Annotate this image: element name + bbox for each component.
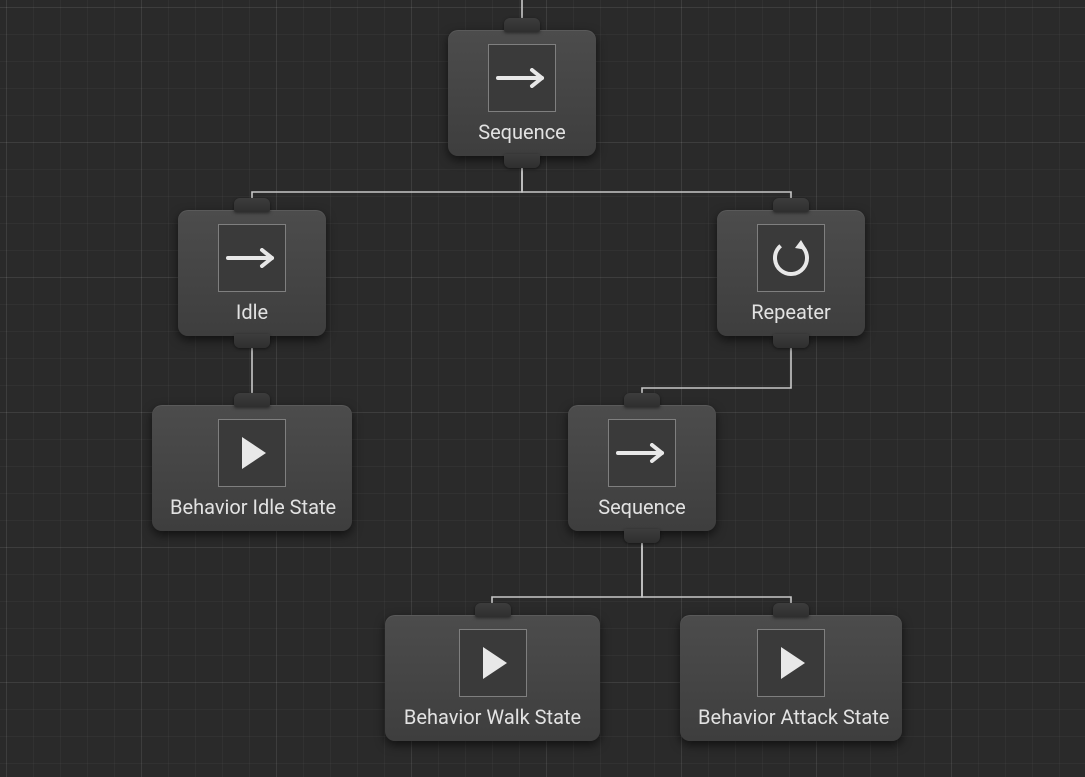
node-behavior-attack-state[interactable]: Behavior Attack State [680, 615, 902, 741]
port-in[interactable] [504, 18, 540, 32]
port-in[interactable] [475, 603, 511, 617]
play-icon [757, 629, 825, 697]
node-sequence-child[interactable]: Sequence [568, 405, 716, 531]
node-behavior-walk-state[interactable]: Behavior Walk State [385, 615, 600, 741]
port-out[interactable] [234, 334, 270, 348]
port-in[interactable] [773, 603, 809, 617]
node-label: Sequence [466, 120, 578, 144]
arrow-right-icon [218, 224, 286, 292]
port-in[interactable] [234, 393, 270, 407]
port-in[interactable] [773, 198, 809, 212]
node-behavior-idle-state[interactable]: Behavior Idle State [152, 405, 352, 531]
node-label: Behavior Attack State [698, 705, 884, 729]
node-label: Idle [196, 300, 308, 324]
node-repeater[interactable]: Repeater [717, 210, 865, 336]
node-sequence-root[interactable]: Sequence [448, 30, 596, 156]
port-in[interactable] [234, 198, 270, 212]
port-out[interactable] [504, 154, 540, 168]
port-out[interactable] [773, 334, 809, 348]
arrow-right-icon [608, 419, 676, 487]
port-in[interactable] [624, 393, 660, 407]
node-label: Behavior Idle State [170, 495, 334, 519]
play-icon [459, 629, 527, 697]
node-label: Sequence [586, 495, 698, 519]
port-out[interactable] [624, 529, 660, 543]
play-icon [218, 419, 286, 487]
behavior-tree-canvas[interactable]: Sequence Idle Repeater Behavior Idle Sta… [0, 0, 1085, 777]
node-label: Behavior Walk State [403, 705, 582, 729]
repeat-icon [757, 224, 825, 292]
arrow-right-icon [488, 44, 556, 112]
node-idle[interactable]: Idle [178, 210, 326, 336]
node-label: Repeater [735, 300, 847, 324]
